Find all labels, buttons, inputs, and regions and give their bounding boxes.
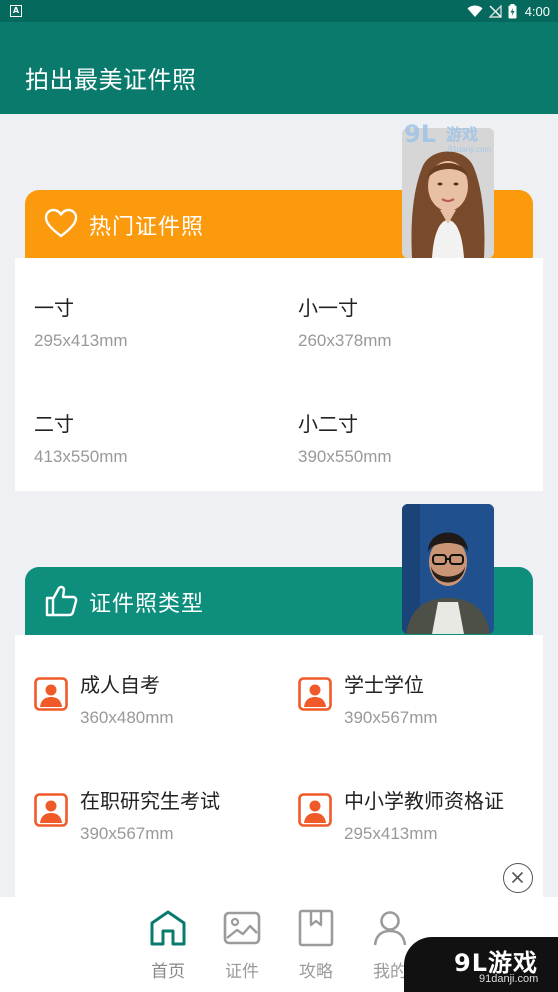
size-option-2cun[interactable]: 二寸 413x550mm <box>34 408 128 467</box>
nav-label: 攻略 <box>299 962 333 982</box>
sample-portrait-man <box>402 504 494 634</box>
svg-text:9L: 9L <box>404 120 436 148</box>
page-title: 拍出最美证件照 <box>25 66 197 94</box>
nav-label: 首页 <box>151 962 185 982</box>
hot-section-body: 一寸 295x413mm 小一寸 260x378mm 二寸 413x550mm … <box>15 258 543 491</box>
nav-guides[interactable]: 攻略 <box>286 909 346 982</box>
types-section-body: 成人自考 360x480mm 学士学位 390x567mm 在职研究生考试 39… <box>15 635 543 897</box>
size-option-small-2cun[interactable]: 小二寸 390x550mm <box>298 408 392 467</box>
type-option-title: 成人自考 <box>80 673 160 697</box>
svg-text:游戏: 游戏 <box>446 125 478 144</box>
man-portrait-illustration <box>402 504 494 634</box>
battery-icon <box>508 3 517 18</box>
close-icon <box>511 871 524 884</box>
watermark-site: 91danji.com <box>479 973 539 985</box>
type-option-dimensions: 360x480mm <box>80 708 174 727</box>
heart-icon <box>44 208 78 238</box>
type-option-dimensions: 390x567mm <box>344 708 438 727</box>
thumbs-up-icon <box>45 585 78 617</box>
size-option-title: 小一寸 <box>298 296 358 320</box>
type-option-title: 中小学教师资格证 <box>344 789 504 813</box>
type-option-text: 中小学教师资格证 295x413mm <box>344 785 504 844</box>
svg-text:91danji.com: 91danji.com <box>448 145 491 154</box>
status-icons: 4:00 <box>467 3 550 19</box>
size-option-dimensions: 260x378mm <box>298 331 392 350</box>
size-option-title: 二寸 <box>34 412 74 436</box>
nav-home[interactable]: 首页 <box>138 909 198 982</box>
type-option-title: 在职研究生考试 <box>80 789 220 813</box>
size-option-dimensions: 295x413mm <box>34 331 128 350</box>
size-option-1cun[interactable]: 一寸 295x413mm <box>34 292 128 351</box>
home-icon <box>150 910 186 946</box>
size-option-small-1cun[interactable]: 小一寸 260x378mm <box>298 292 392 351</box>
no-signal-icon <box>488 4 502 18</box>
close-button[interactable] <box>503 863 533 893</box>
id-photo-icon <box>298 677 332 711</box>
type-option-text: 成人自考 360x480mm <box>80 669 174 728</box>
image-icon <box>223 911 261 945</box>
app-bar: 拍出最美证件照 <box>0 22 558 114</box>
watermark-badge: 9L游戏 91danji.com <box>404 937 558 992</box>
wifi-icon <box>467 5 483 17</box>
size-option-dimensions: 390x550mm <box>298 447 392 466</box>
user-icon <box>373 911 407 946</box>
book-icon <box>298 909 334 947</box>
size-option-dimensions: 413x550mm <box>34 447 128 466</box>
nav-documents[interactable]: 证件 <box>212 909 272 982</box>
hot-section-title: 热门证件照 <box>89 215 205 240</box>
size-option-title: 一寸 <box>34 296 74 320</box>
type-option-text: 学士学位 390x567mm <box>344 669 438 728</box>
id-photo-icon <box>298 793 332 827</box>
types-section-title: 证件照类型 <box>89 592 205 617</box>
type-option-dimensions: 295x413mm <box>344 824 438 843</box>
id-photo-icon <box>34 793 68 827</box>
app-notification-icon: A <box>10 5 22 17</box>
nav-label: 证件 <box>225 962 259 982</box>
status-bar: A 4:00 <box>0 0 558 22</box>
id-photo-icon <box>34 677 68 711</box>
type-option-title: 学士学位 <box>344 673 424 697</box>
size-option-title: 小二寸 <box>298 412 358 436</box>
watermark-logo: 9L 游戏 91danji.com <box>404 120 491 154</box>
clock: 4:00 <box>524 3 550 19</box>
type-option-dimensions: 390x567mm <box>80 824 174 843</box>
type-option-text: 在职研究生考试 390x567mm <box>80 785 220 844</box>
